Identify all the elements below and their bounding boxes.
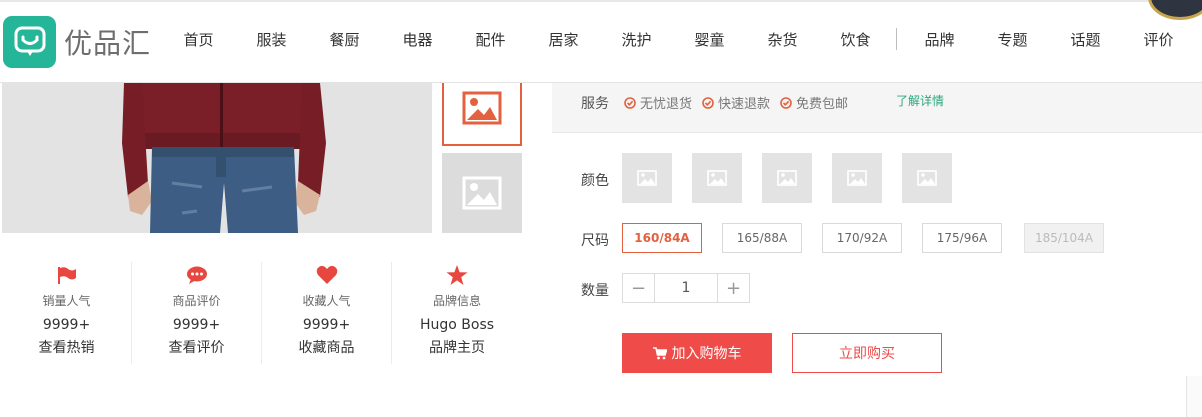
nav-item-home-living[interactable]: 居家 <box>527 29 600 50</box>
quantity-increase-button[interactable]: + <box>717 274 749 302</box>
brand-name-value: Hugo Boss <box>419 317 495 333</box>
image-icon <box>847 170 867 186</box>
service-tag: 无忧退货 <box>624 93 692 112</box>
check-circle-icon <box>780 96 792 109</box>
quantity-stepper: − 1 + <box>622 273 750 303</box>
product-photo-icon <box>2 83 432 233</box>
size-option-160-84a[interactable]: 160/84A <box>622 223 702 253</box>
view-reviews-link[interactable]: 查看评价 <box>169 337 225 357</box>
service-panel: 服务 无忧退货 快速退款 免费包邮 了解详情 <box>552 83 1202 133</box>
quantity-label: 数量 <box>581 283 609 299</box>
comment-icon <box>186 264 208 286</box>
color-swatch-2[interactable] <box>692 153 742 203</box>
service-tag-label: 无忧退货 <box>640 97 693 112</box>
service-tag: 快速退款 <box>702 93 770 112</box>
service-tags: 无忧退货 快速退款 免费包邮 <box>624 93 858 112</box>
nav-item-topics[interactable]: 专题 <box>976 29 1049 50</box>
nav-item-personal-care[interactable]: 洗护 <box>600 29 673 50</box>
nav-divider <box>896 28 897 50</box>
quantity-input[interactable]: 1 <box>655 274 717 302</box>
nav-item-discussions[interactable]: 话题 <box>1049 29 1122 50</box>
image-icon <box>637 170 657 186</box>
nav-item-kitchen[interactable]: 餐厨 <box>308 29 381 50</box>
cart-icon <box>652 346 667 359</box>
nav-item-reviews[interactable]: 评价 <box>1122 29 1195 50</box>
nav-item-sundries[interactable]: 杂货 <box>746 29 819 50</box>
nav-item-baby[interactable]: 婴童 <box>673 29 746 50</box>
thumbnail-2[interactable] <box>442 153 522 233</box>
brand-logo[interactable]: 优品汇 <box>3 16 151 68</box>
nav-item-appliances[interactable]: 电器 <box>381 29 454 50</box>
nav-item-accessories[interactable]: 配件 <box>454 29 527 50</box>
nav-item-clothing[interactable]: 服装 <box>235 29 308 50</box>
size-label: 尺码 <box>581 233 609 249</box>
service-tag-label: 快速退款 <box>718 97 771 112</box>
check-circle-icon <box>624 96 636 109</box>
nav-item-brands[interactable]: 品牌 <box>903 29 976 50</box>
main-nav: 首页 服装 餐厨 电器 配件 居家 洗护 婴童 杂货 饮食 品牌 专题 话题 评… <box>162 28 1195 50</box>
image-icon <box>462 176 502 210</box>
brand-name: 优品汇 <box>64 27 152 60</box>
stat-brand: 品牌信息 Hugo Boss 品牌主页 <box>392 262 522 364</box>
product-main-image[interactable] <box>2 83 432 233</box>
side-toolbar-edge[interactable] <box>1186 376 1202 417</box>
add-to-cart-label: 加入购物车 <box>671 346 742 362</box>
top-border <box>0 0 1202 2</box>
stat-favorites: 收藏人气 9999+ 收藏商品 <box>262 262 392 364</box>
color-swatch-5[interactable] <box>902 153 952 203</box>
color-swatch-3[interactable] <box>762 153 812 203</box>
nav-item-home[interactable]: 首页 <box>162 29 235 50</box>
stat-label: 商品评价 <box>172 294 221 308</box>
star-icon <box>446 264 468 286</box>
product-stats: 销量人气 9999+ 查看热销 商品评价 9999+ 查看评价 收藏人气 999… <box>2 262 522 364</box>
stat-sales: 销量人气 9999+ 查看热销 <box>2 262 132 364</box>
stat-label: 销量人气 <box>42 294 91 308</box>
stat-label: 品牌信息 <box>432 294 481 308</box>
stat-label: 收藏人气 <box>302 294 351 308</box>
favorite-product-link[interactable]: 收藏商品 <box>299 337 355 357</box>
size-option-165-88a[interactable]: 165/88A <box>722 223 802 253</box>
quantity-decrease-button[interactable]: − <box>623 274 655 302</box>
image-icon <box>462 91 502 125</box>
color-swatch-4[interactable] <box>832 153 882 203</box>
image-icon <box>777 170 797 186</box>
service-details-link[interactable]: 了解详情 <box>896 92 944 109</box>
size-option-175-96a[interactable]: 175/96A <box>922 223 1002 253</box>
brand-homepage-link[interactable]: 品牌主页 <box>429 337 485 357</box>
service-tag: 免费包邮 <box>780 93 848 112</box>
service-title: 服务 <box>581 96 609 112</box>
flag-icon <box>57 264 77 286</box>
color-label: 颜色 <box>581 173 609 189</box>
add-to-cart-button[interactable]: 加入购物车 <box>622 333 772 373</box>
view-bestsellers-link[interactable]: 查看热销 <box>39 337 95 357</box>
color-swatch-1[interactable] <box>622 153 672 203</box>
image-icon <box>707 170 727 186</box>
buy-now-button[interactable]: 立即购买 <box>792 333 942 373</box>
nav-item-food[interactable]: 饮食 <box>819 29 892 50</box>
heart-icon <box>316 264 338 286</box>
check-circle-icon <box>702 96 714 109</box>
top-navigation-bar: 优品汇 首页 服装 餐厨 电器 配件 居家 洗护 婴童 杂货 饮食 品牌 专题 … <box>0 0 1202 83</box>
stat-value: 9999+ <box>172 317 221 333</box>
stat-value: 9999+ <box>302 317 351 333</box>
stat-value: 9999+ <box>42 317 91 333</box>
image-icon <box>917 170 937 186</box>
size-option-185-104a: 185/104A <box>1024 223 1104 253</box>
service-tag-label: 免费包邮 <box>796 97 849 112</box>
stat-reviews: 商品评价 9999+ 查看评价 <box>132 262 262 364</box>
corner-badge-icon[interactable] <box>1148 0 1202 20</box>
size-option-170-92a[interactable]: 170/92A <box>822 223 902 253</box>
logo-mark-icon <box>3 16 56 68</box>
